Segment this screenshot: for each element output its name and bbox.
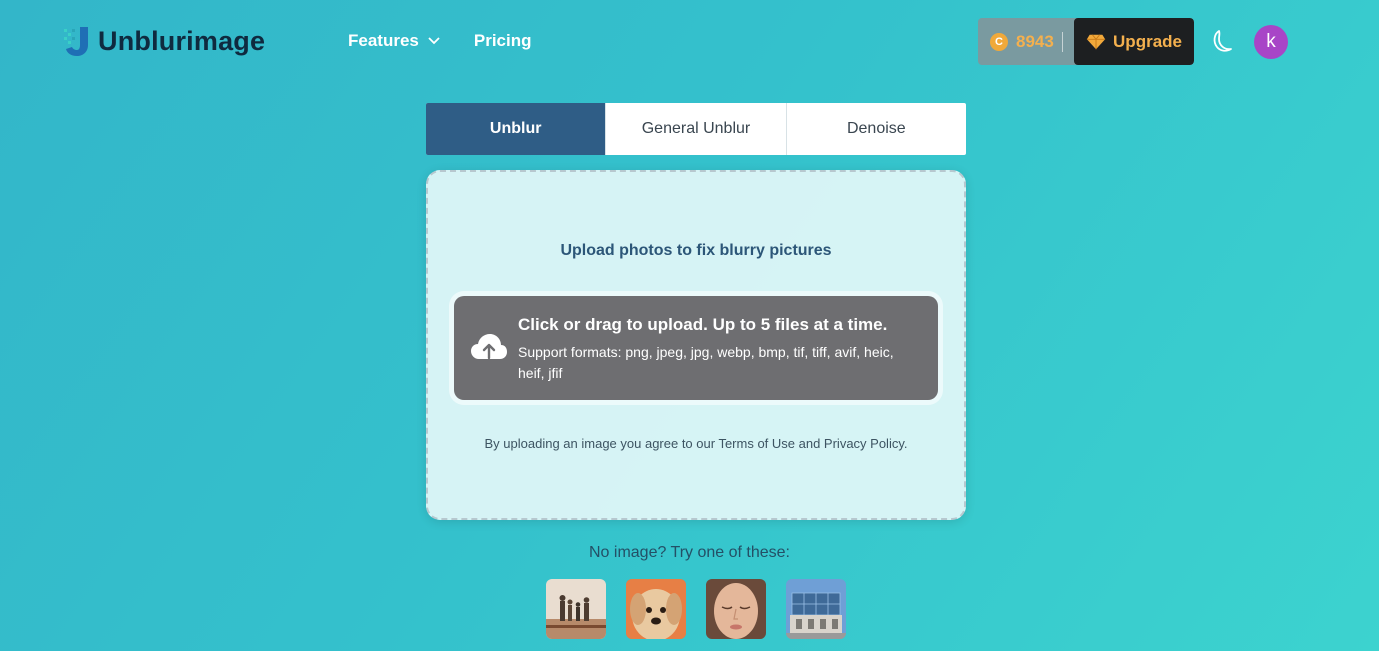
upload-dropzone[interactable]: Click or drag to upload. Up to 5 files a… (454, 296, 938, 400)
family-photo-icon (546, 579, 606, 639)
nav-features-label: Features (348, 31, 419, 50)
sample-building-photo[interactable] (786, 579, 846, 639)
nav-features[interactable]: Features (348, 31, 440, 51)
tab-denoise[interactable]: Denoise (785, 103, 966, 155)
upload-title: Upload photos to fix blurry pictures (560, 242, 832, 259)
header: Unblurimage Features Pricing C 8943 Upgr… (0, 0, 1379, 84)
dropzone-formats: Support formats: png, jpeg, jpg, webp, b… (518, 344, 894, 381)
sample-family-photo[interactable] (546, 579, 606, 639)
building-photo-icon (786, 579, 846, 639)
credit-count: 8943 (1016, 31, 1054, 51)
account-bar: C 8943 Upgrade (978, 18, 1194, 65)
logo-icon (64, 27, 88, 56)
sample-face-photo[interactable] (706, 579, 766, 639)
main-nav: Features Pricing (348, 31, 532, 51)
nav-pricing[interactable]: Pricing (474, 31, 532, 51)
credits-divider (1061, 31, 1063, 52)
diamond-icon (1086, 33, 1106, 49)
puppy-photo-icon (626, 579, 686, 639)
tab-general-unblur[interactable]: General Unblur (605, 103, 785, 155)
samples-label: No image? Try one of these: (589, 544, 790, 561)
mode-tabs: Unblur General Unblur Denoise (426, 103, 966, 155)
dropzone-text: Click or drag to upload. Up to 5 files a… (518, 314, 918, 384)
tab-unblur[interactable]: Unblur (426, 103, 606, 155)
upgrade-button[interactable]: Upgrade (1074, 18, 1194, 65)
face-photo-icon (706, 579, 766, 639)
terms-notice: By uploading an image you agree to our T… (484, 436, 908, 451)
logo[interactable]: Unblurimage (62, 24, 265, 58)
coin-icon: C (990, 32, 1008, 51)
upload-panel: Upload photos to fix blurry pictures Cli… (426, 170, 966, 520)
moon-icon[interactable] (1208, 28, 1234, 54)
dropzone-main-text: Click or drag to upload. Up to 5 files a… (518, 315, 888, 334)
sample-puppy-photo[interactable] (626, 579, 686, 639)
sample-images (546, 579, 846, 639)
chevron-down-icon (428, 37, 440, 45)
avatar[interactable]: k (1254, 25, 1288, 59)
nav-pricing-label: Pricing (473, 31, 532, 50)
brand-name: Unblurimage (98, 25, 266, 56)
upgrade-label: Upgrade (1113, 31, 1182, 51)
credits-display[interactable]: C 8943 (978, 18, 1074, 65)
cloud-upload-icon (471, 334, 507, 360)
